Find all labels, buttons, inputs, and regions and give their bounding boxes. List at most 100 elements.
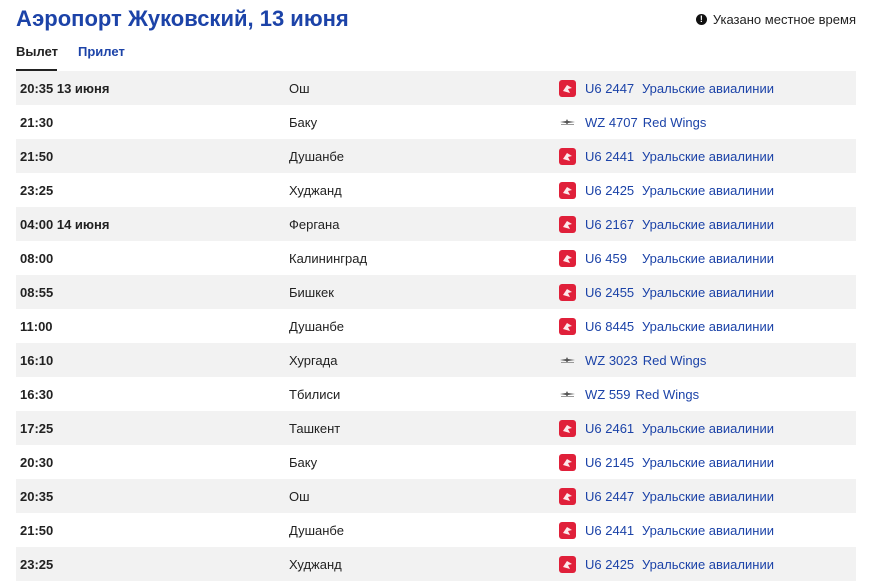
airline-link[interactable]: Уральские авиалинии: [642, 421, 774, 436]
flight-row[interactable]: 11:00 Душанбе U6 8445 Уральские авиалини…: [16, 309, 856, 343]
red-wings-logo-icon: [559, 352, 576, 369]
red-wings-logo-icon: [559, 386, 576, 403]
flight-row[interactable]: 17:25 Ташкент U6 2461 Уральские авиалини…: [16, 411, 856, 445]
departure-time: 08:00: [20, 250, 54, 266]
flight-number-link[interactable]: U6 2447: [585, 489, 642, 504]
departure-time: 21:50: [20, 522, 54, 538]
flight-number-link[interactable]: U6 2441: [585, 149, 642, 164]
flight-info: U6 2425 Уральские авиалинии: [559, 181, 774, 199]
departure-time: 20:35: [20, 488, 54, 504]
departure-time: 21:30: [20, 114, 54, 130]
departure-time: 04:00 14 июня: [20, 216, 110, 232]
airline-link[interactable]: Уральские авиалинии: [642, 217, 774, 232]
local-time-note-text: Указано местное время: [712, 12, 856, 27]
flight-number-link[interactable]: U6 2425: [585, 183, 642, 198]
flight-row[interactable]: 21:50 Душанбе U6 2441 Уральские авиалини…: [16, 513, 856, 547]
airline-link[interactable]: Уральские авиалинии: [642, 81, 774, 96]
flight-row[interactable]: 08:55 Бишкек U6 2455 Уральские авиалинии: [16, 275, 856, 309]
flight-row[interactable]: 04:00 14 июня Фергана U6 2167 Уральские …: [16, 207, 856, 241]
flight-number-link[interactable]: U6 2461: [585, 421, 642, 436]
airline-link[interactable]: Red Wings: [643, 115, 707, 130]
flight-row[interactable]: 20:35 Ош U6 2447 Уральские авиалинии: [16, 479, 856, 513]
flight-number-link[interactable]: U6 2425: [585, 557, 642, 572]
flight-row[interactable]: 20:30 Баку U6 2145 Уральские авиалинии: [16, 445, 856, 479]
flight-info: U6 2447 Уральские авиалинии: [559, 79, 774, 97]
flight-row[interactable]: 08:00 Калининград U6 459 Уральские авиал…: [16, 241, 856, 275]
flight-row[interactable]: 16:10 Хургада WZ 3023 Red Wings: [16, 343, 856, 377]
airline-link[interactable]: Уральские авиалинии: [642, 285, 774, 300]
flight-number-link[interactable]: U6 2167: [585, 217, 642, 232]
airline-link[interactable]: Уральские авиалинии: [642, 251, 774, 266]
ural-airlines-logo-icon: [559, 147, 576, 165]
destination-city: Хургада: [289, 352, 338, 368]
local-time-note: ! Указано местное время: [695, 12, 856, 27]
flight-row[interactable]: 23:25 Худжанд U6 2425 Уральские авиалини…: [16, 547, 856, 581]
destination-city: Бишкек: [289, 284, 334, 300]
destination-city: Худжанд: [289, 182, 342, 198]
tab-arrivals[interactable]: Прилет: [78, 44, 125, 59]
departure-time: 20:30: [20, 454, 54, 470]
flight-info: U6 2167 Уральские авиалинии: [559, 215, 774, 233]
destination-city: Баку: [289, 454, 318, 470]
flight-number-link[interactable]: U6 459: [585, 251, 642, 266]
flight-number-link[interactable]: U6 2145: [585, 455, 642, 470]
airline-link[interactable]: Уральские авиалинии: [642, 557, 774, 572]
ural-airlines-logo-icon: [559, 521, 576, 539]
destination-city: Ташкент: [289, 420, 341, 436]
flight-row[interactable]: 21:30 Баку WZ 4707 Red Wings: [16, 105, 856, 139]
destination-city: Душанбе: [289, 522, 344, 538]
destination-city: Худжанд: [289, 556, 342, 572]
flight-number-link[interactable]: WZ 559: [585, 387, 631, 402]
departure-time: 16:10: [20, 352, 54, 368]
ural-airlines-logo-icon: [559, 317, 576, 335]
flight-number-link[interactable]: U6 2455: [585, 285, 642, 300]
tab-departures[interactable]: Вылет: [16, 44, 58, 59]
flight-info: U6 2145 Уральские авиалинии: [559, 453, 774, 471]
flight-number-link[interactable]: WZ 4707: [585, 115, 638, 130]
flight-info: U6 2441 Уральские авиалинии: [559, 521, 774, 539]
flight-info: U6 2441 Уральские авиалинии: [559, 147, 774, 165]
flight-info: U6 2461 Уральские авиалинии: [559, 419, 774, 437]
airline-link[interactable]: Уральские авиалинии: [642, 489, 774, 504]
departure-time: 21:50: [20, 148, 54, 164]
airline-link[interactable]: Уральские авиалинии: [642, 183, 774, 198]
airline-link[interactable]: Red Wings: [636, 387, 700, 402]
departure-time: 23:25: [20, 556, 54, 572]
flight-row[interactable]: 16:30 Тбилиси WZ 559 Red Wings: [16, 377, 856, 411]
flight-info: U6 2447 Уральские авиалинии: [559, 487, 774, 505]
departure-time: 20:35 13 июня: [20, 80, 110, 96]
ural-airlines-logo-icon: [559, 215, 576, 233]
ural-airlines-logo-icon: [559, 79, 576, 97]
flight-info: U6 2455 Уральские авиалинии: [559, 283, 774, 301]
flight-number-link[interactable]: U6 8445: [585, 319, 642, 334]
red-wings-logo-icon: [559, 114, 576, 131]
destination-city: Фергана: [289, 216, 340, 232]
ural-airlines-logo-icon: [559, 453, 576, 471]
flight-info: WZ 3023 Red Wings: [559, 352, 706, 369]
airline-link[interactable]: Уральские авиалинии: [642, 319, 774, 334]
airline-link[interactable]: Red Wings: [643, 353, 707, 368]
flight-row[interactable]: 20:35 13 июня Ош U6 2447 Уральские авиал…: [16, 71, 856, 105]
airline-link[interactable]: Уральские авиалинии: [642, 149, 774, 164]
ural-airlines-logo-icon: [559, 487, 576, 505]
ural-airlines-logo-icon: [559, 419, 576, 437]
destination-city: Ош: [289, 488, 310, 504]
flight-row[interactable]: 23:25 Худжанд U6 2425 Уральские авиалини…: [16, 173, 856, 207]
departure-time: 16:30: [20, 386, 54, 402]
departure-time: 11:00: [20, 318, 53, 334]
airline-link[interactable]: Уральские авиалинии: [642, 523, 774, 538]
destination-city: Душанбе: [289, 148, 344, 164]
departure-time: 23:25: [20, 182, 54, 198]
airline-link[interactable]: Уральские авиалинии: [642, 455, 774, 470]
destination-city: Душанбе: [289, 318, 344, 334]
flight-number-link[interactable]: U6 2447: [585, 81, 642, 96]
page-title: Аэропорт Жуковский, 13 июня: [16, 6, 349, 31]
flight-info: WZ 4707 Red Wings: [559, 114, 706, 131]
flight-number-link[interactable]: WZ 3023: [585, 353, 638, 368]
flight-info: U6 459 Уральские авиалинии: [559, 249, 774, 267]
flight-number-link[interactable]: U6 2441: [585, 523, 642, 538]
ural-airlines-logo-icon: [559, 555, 576, 573]
departure-time: 17:25: [20, 420, 54, 436]
destination-city: Ош: [289, 80, 310, 96]
flight-row[interactable]: 21:50 Душанбе U6 2441 Уральские авиалини…: [16, 139, 856, 173]
